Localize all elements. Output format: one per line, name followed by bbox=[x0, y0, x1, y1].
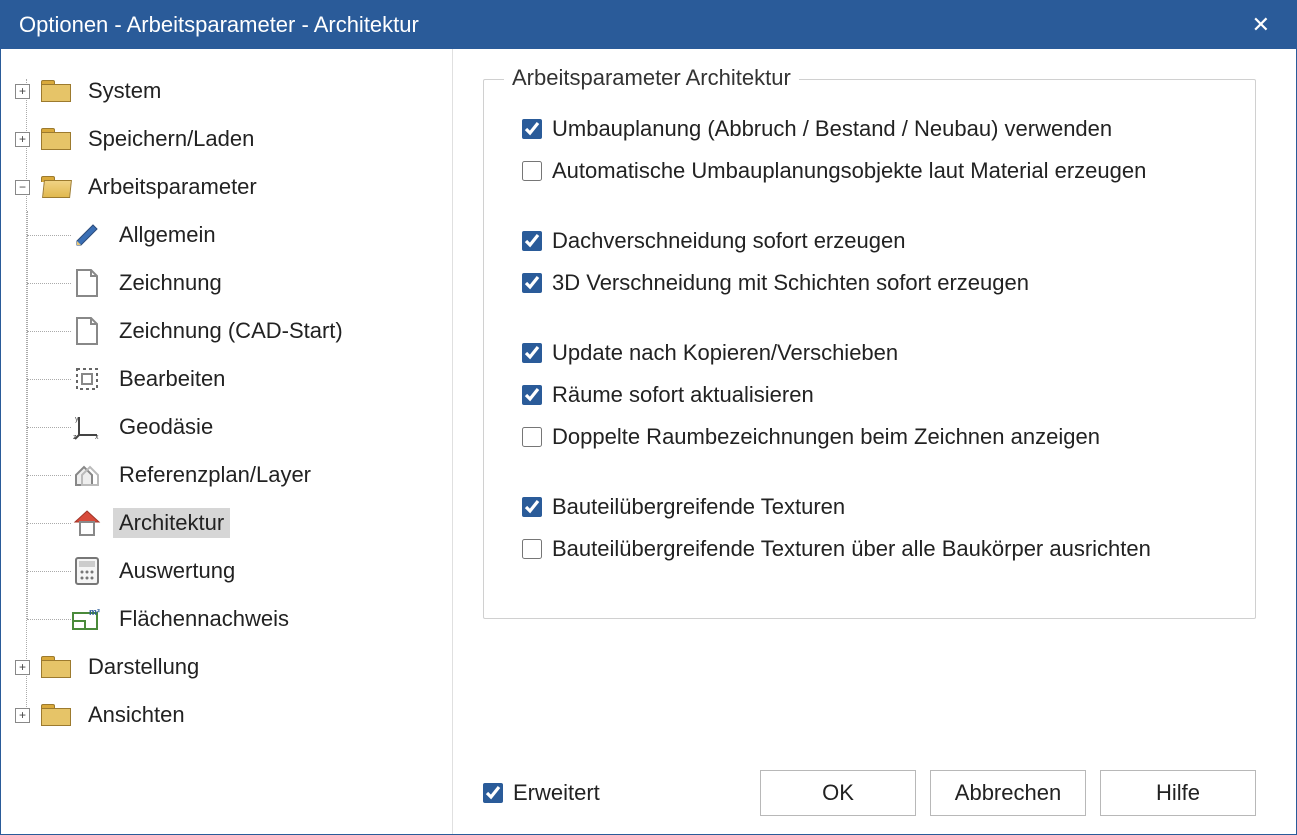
close-icon[interactable]: ✕ bbox=[1244, 8, 1278, 42]
tree-item-architektur[interactable]: Architektur bbox=[113, 508, 230, 538]
label-doppelte-raumbezeichnungen[interactable]: Doppelte Raumbezeichnungen beim Zeichnen… bbox=[552, 424, 1100, 450]
area-plan-icon: m² bbox=[71, 603, 103, 635]
checkbox-auto-umbauplanungsobjekte[interactable] bbox=[522, 161, 542, 181]
pencil-icon bbox=[71, 219, 103, 251]
svg-text:m²: m² bbox=[89, 607, 100, 617]
selection-icon bbox=[71, 363, 103, 395]
svg-text:y: y bbox=[75, 416, 79, 423]
document-icon bbox=[71, 267, 103, 299]
checkbox-doppelte-raumbezeichnungen[interactable] bbox=[522, 427, 542, 447]
help-button[interactable]: Hilfe bbox=[1100, 770, 1256, 816]
arbeitsparameter-architektur-group: Arbeitsparameter Architektur Umbauplanun… bbox=[483, 79, 1256, 619]
checkbox-bauteil-texturen-ausrichten[interactable] bbox=[522, 539, 542, 559]
window-title: Optionen - Arbeitsparameter - Architektu… bbox=[19, 12, 1244, 38]
tree-item-darstellung[interactable]: Darstellung bbox=[82, 652, 205, 682]
folder-open-icon bbox=[40, 171, 72, 203]
label-3d-verschneidung[interactable]: 3D Verschneidung mit Schichten sofort er… bbox=[552, 270, 1029, 296]
tree-item-bearbeiten[interactable]: Bearbeiten bbox=[113, 364, 231, 394]
expand-toggle-darstellung[interactable]: + bbox=[15, 660, 30, 675]
label-dachverschneidung[interactable]: Dachverschneidung sofort erzeugen bbox=[552, 228, 905, 254]
tree-item-geodaesie[interactable]: Geodäsie bbox=[113, 412, 219, 442]
tree-item-referenzplan-layer[interactable]: Referenzplan/Layer bbox=[113, 460, 317, 490]
label-update-kopieren[interactable]: Update nach Kopieren/Verschieben bbox=[552, 340, 898, 366]
tree-item-allgemein[interactable]: Allgemein bbox=[113, 220, 222, 250]
svg-text:z: z bbox=[73, 434, 77, 441]
tree-item-ansichten[interactable]: Ansichten bbox=[82, 700, 191, 730]
tree-item-zeichnung[interactable]: Zeichnung bbox=[113, 268, 228, 298]
collapse-toggle-arbeitsparameter[interactable]: − bbox=[15, 180, 30, 195]
tree-item-auswertung[interactable]: Auswertung bbox=[113, 556, 241, 586]
expand-toggle-ansichten[interactable]: + bbox=[15, 708, 30, 723]
folder-icon bbox=[40, 75, 72, 107]
house-icon bbox=[71, 507, 103, 539]
checkbox-erweitert[interactable] bbox=[483, 783, 503, 803]
tree-item-zeichnung-cad-start[interactable]: Zeichnung (CAD-Start) bbox=[113, 316, 349, 346]
folder-icon bbox=[40, 699, 72, 731]
svg-text:x: x bbox=[95, 434, 99, 441]
dialog-footer: Erweitert OK Abbrechen Hilfe bbox=[483, 746, 1256, 816]
checkbox-bauteil-texturen[interactable] bbox=[522, 497, 542, 517]
label-raeume-aktualisieren[interactable]: Räume sofort aktualisieren bbox=[552, 382, 814, 408]
ok-button[interactable]: OK bbox=[760, 770, 916, 816]
checkbox-umbauplanung[interactable] bbox=[522, 119, 542, 139]
cancel-button[interactable]: Abbrechen bbox=[930, 770, 1086, 816]
expand-toggle-speichern[interactable]: + bbox=[15, 132, 30, 147]
options-tree: + System + Speichern/Laden − Arbeitspara… bbox=[1, 49, 453, 834]
document-icon bbox=[71, 315, 103, 347]
label-bauteil-texturen[interactable]: Bauteilübergreifende Texturen bbox=[552, 494, 845, 520]
axes-icon: y x z bbox=[71, 411, 103, 443]
checkbox-update-kopieren[interactable] bbox=[522, 343, 542, 363]
title-bar: Optionen - Arbeitsparameter - Architektu… bbox=[1, 1, 1296, 49]
label-umbauplanung[interactable]: Umbauplanung (Abbruch / Bestand / Neubau… bbox=[552, 116, 1112, 142]
layer-house-icon bbox=[71, 459, 103, 491]
calculator-icon bbox=[71, 555, 103, 587]
tree-item-system[interactable]: System bbox=[82, 76, 167, 106]
label-erweitert[interactable]: Erweitert bbox=[513, 780, 600, 806]
label-bauteil-texturen-ausrichten[interactable]: Bauteilübergreifende Texturen über alle … bbox=[552, 536, 1151, 562]
folder-icon bbox=[40, 123, 72, 155]
expand-toggle-system[interactable]: + bbox=[15, 84, 30, 99]
checkbox-dachverschneidung[interactable] bbox=[522, 231, 542, 251]
tree-item-flaechennachweis[interactable]: Flächennachweis bbox=[113, 604, 295, 634]
tree-item-arbeitsparameter[interactable]: Arbeitsparameter bbox=[82, 172, 263, 202]
label-auto-umbauplanungsobjekte[interactable]: Automatische Umbauplanungsobjekte laut M… bbox=[552, 158, 1146, 184]
tree-item-speichern-laden[interactable]: Speichern/Laden bbox=[82, 124, 260, 154]
folder-icon bbox=[40, 651, 72, 683]
group-legend: Arbeitsparameter Architektur bbox=[504, 65, 799, 91]
checkbox-raeume-aktualisieren[interactable] bbox=[522, 385, 542, 405]
checkbox-3d-verschneidung[interactable] bbox=[522, 273, 542, 293]
